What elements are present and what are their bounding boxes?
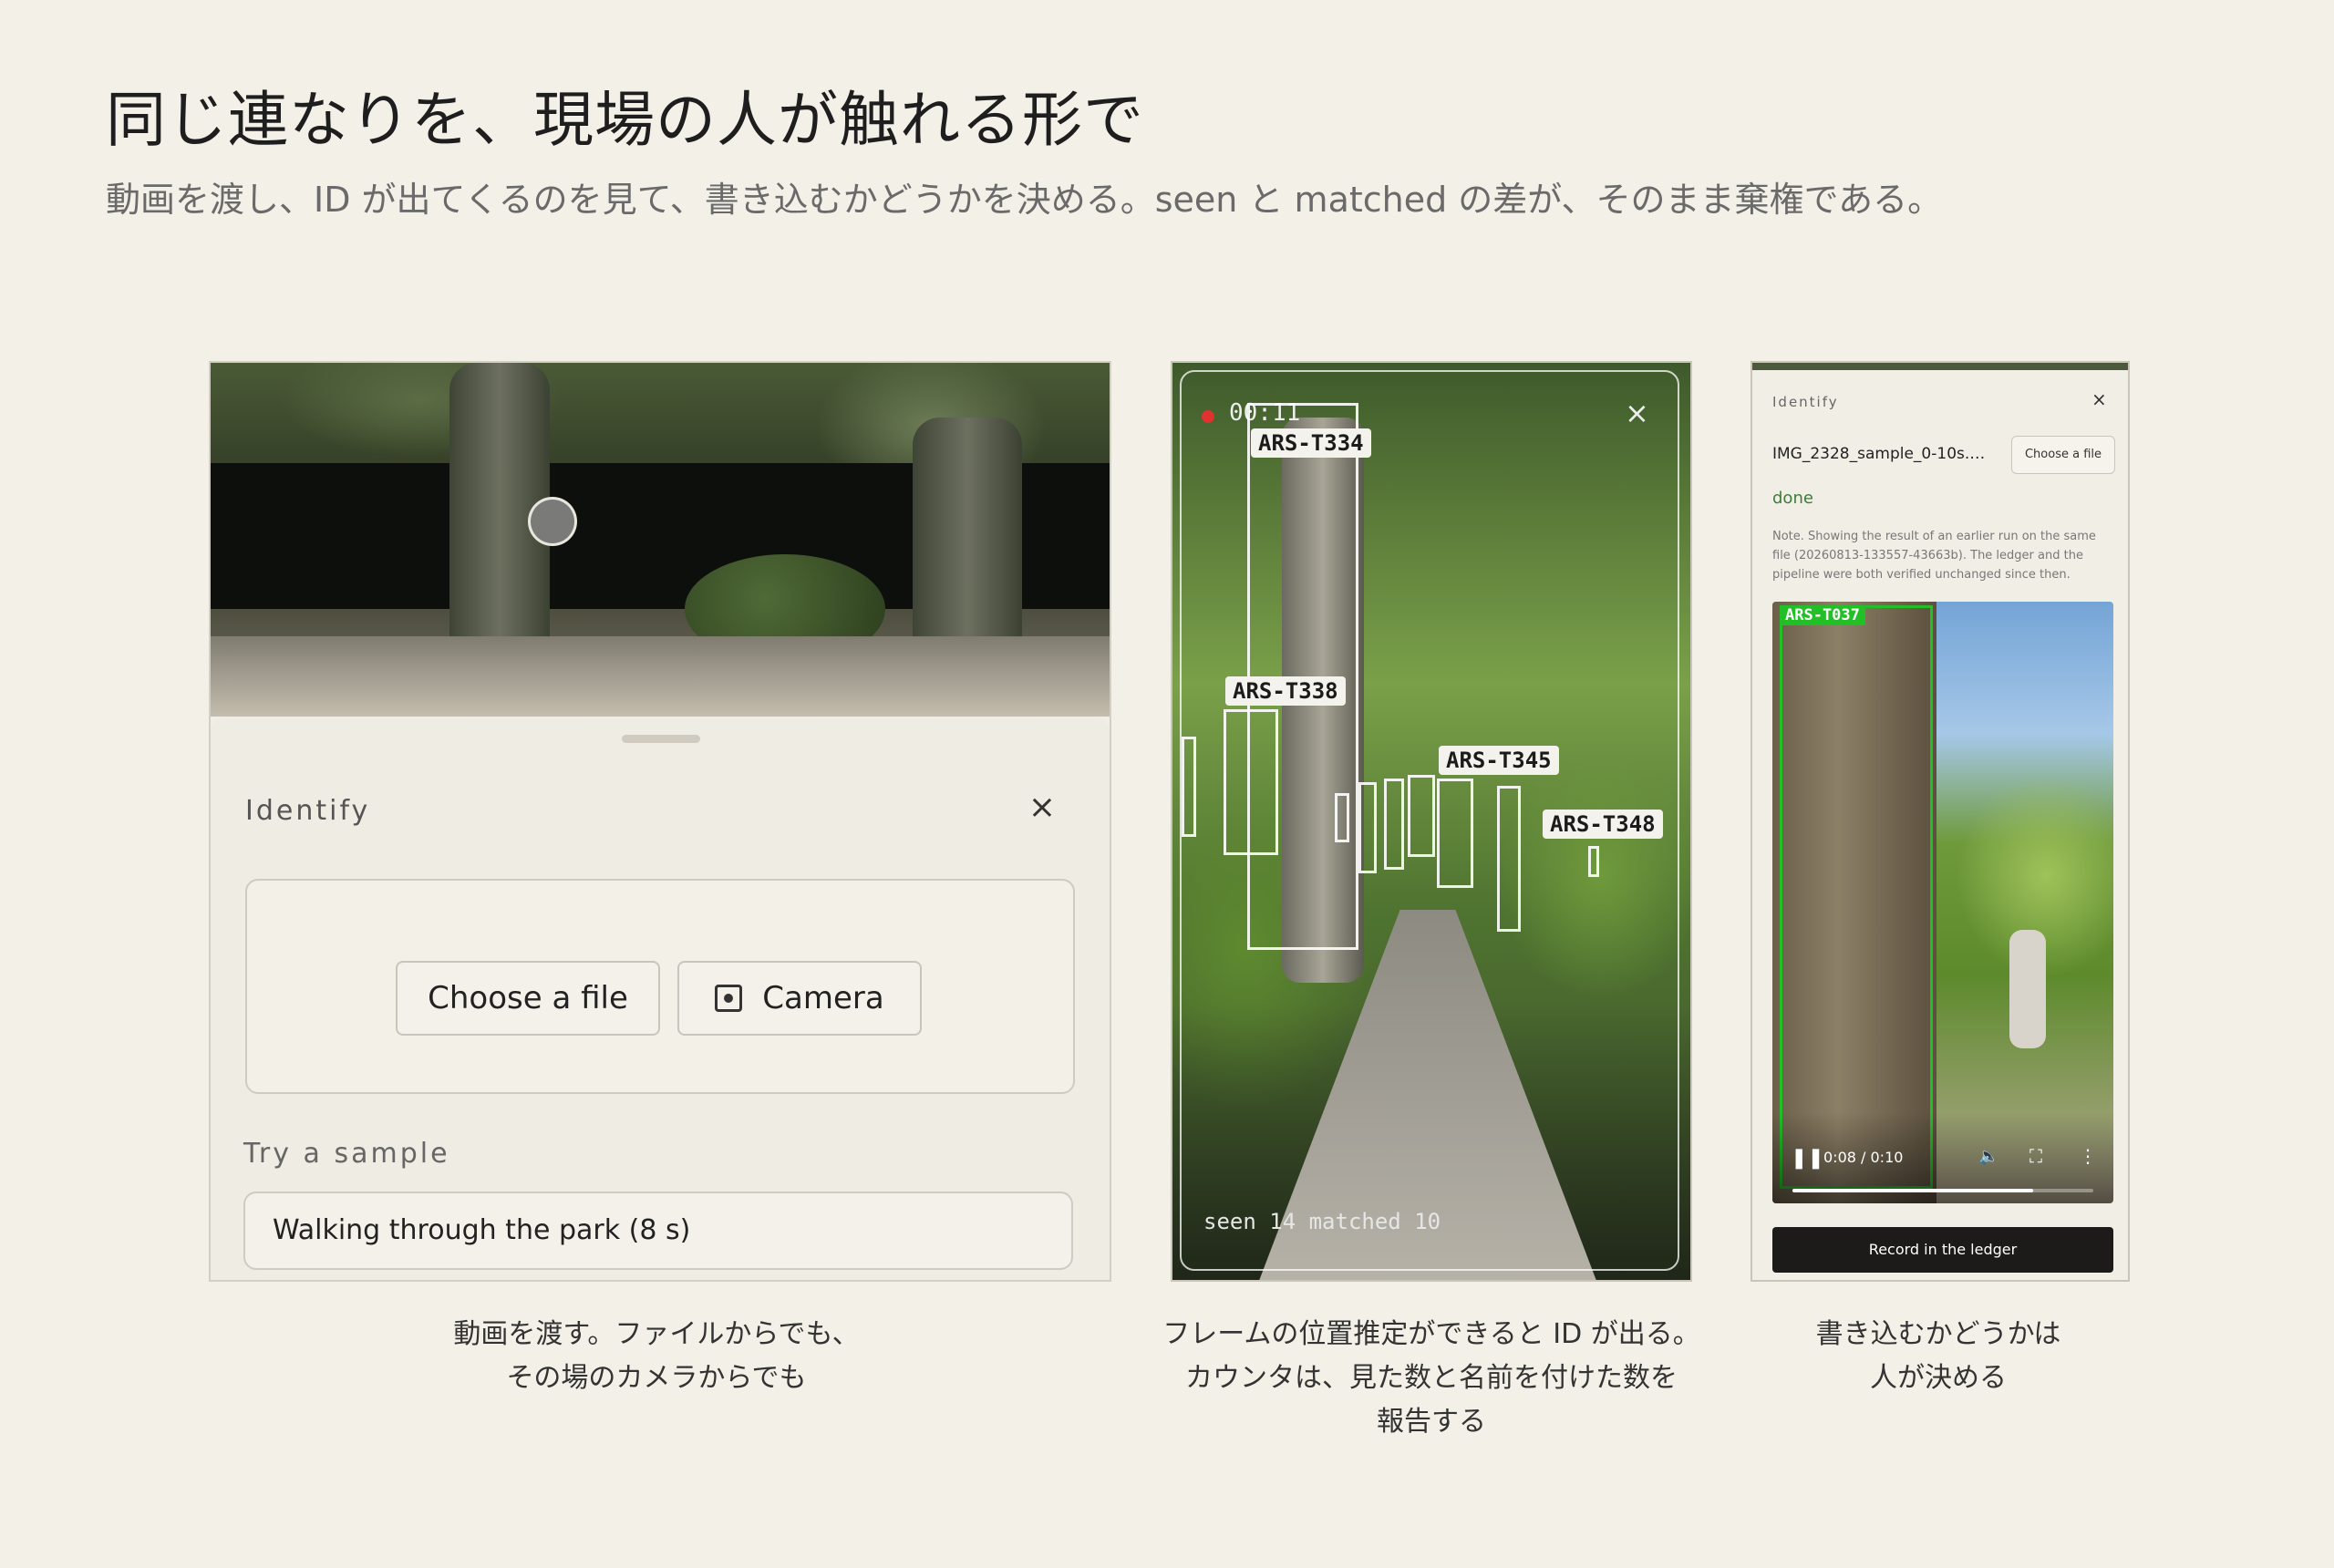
detection-id-tag: ARS-T338 xyxy=(1225,676,1346,706)
caption-panel-1: 動画を渡す。ファイルからでも、 その場のカメラからでも xyxy=(392,1313,921,1400)
caption-line: カウンタは、見た数と名前を付けた数を xyxy=(1185,1362,1678,1394)
page-title: 同じ連なりを、現場の人が触れる形で xyxy=(106,85,1144,155)
close-icon[interactable]: × xyxy=(2091,388,2107,410)
touch-indicator xyxy=(531,500,574,543)
sheet-drag-handle[interactable] xyxy=(622,735,700,743)
video-scrubber[interactable] xyxy=(1792,1189,2093,1192)
volume-icon[interactable]: 🔈 xyxy=(1978,1147,1998,1166)
record-in-ledger-button[interactable]: Record in the ledger xyxy=(1772,1227,2113,1273)
caption-panel-3: 書き込むかどうかは 人が決める xyxy=(1769,1313,2108,1400)
pause-icon[interactable]: ❚❚ xyxy=(1791,1147,1824,1170)
detection-box xyxy=(1437,779,1473,888)
close-icon[interactable]: × xyxy=(1022,788,1062,828)
caption-line: 報告する xyxy=(1377,1406,1486,1438)
sheet-title: Identify xyxy=(245,795,371,827)
camera-label: Camera xyxy=(762,980,884,1016)
record-dot-icon xyxy=(1202,410,1214,423)
choose-file-button[interactable]: Choose a file xyxy=(396,961,660,1036)
detection-box xyxy=(1182,737,1196,837)
video-time: 0:08 / 0:10 xyxy=(1823,1149,1904,1166)
choose-file-label: Choose a file xyxy=(428,980,628,1016)
caption-panel-2: フレームの位置推定ができると ID が出る。 カウンタは、見た数と名前を付けた数… xyxy=(1121,1313,1741,1444)
detection-box xyxy=(1358,782,1377,873)
detection-box xyxy=(1224,709,1278,855)
sample-select[interactable]: Walking through the park (8 s) xyxy=(243,1191,1073,1270)
result-note: Note. Showing the result of an earlier r… xyxy=(1772,530,2096,582)
detection-box xyxy=(1780,605,1933,1189)
status-text: done xyxy=(1772,489,1813,508)
detection-id-tag: ARS-T348 xyxy=(1543,810,1663,839)
fullscreen-icon[interactable]: ⛶ xyxy=(2029,1145,2042,1167)
camera-button[interactable]: Camera xyxy=(677,961,922,1036)
choose-file-button[interactable]: Choose a file xyxy=(2011,436,2115,474)
file-dropzone[interactable] xyxy=(245,879,1075,1094)
sample-label: Try a sample xyxy=(243,1138,450,1170)
blurred-person xyxy=(2009,930,2046,1048)
page-subtitle: 動画を渡し、ID が出てくるのを見て、書き込むかどうかを決める。seen と m… xyxy=(106,180,1943,220)
caption-line: 人が決める xyxy=(1870,1362,2007,1394)
caption-line: 書き込むかどうかは xyxy=(1815,1318,2061,1350)
detection-id-tag: ARS-T037 xyxy=(1780,605,1865,625)
more-options-icon[interactable]: ⋮ xyxy=(2079,1145,2097,1167)
detection-box xyxy=(1384,779,1404,870)
caption-line: 動画を渡す。ファイルからでも、 xyxy=(453,1318,860,1350)
close-icon[interactable]: × xyxy=(1625,396,1649,430)
result-video[interactable]: ARS-T037 ❚❚ 0:08 / 0:10 🔈 ⛶ ⋮ xyxy=(1772,602,2113,1203)
detection-id-tag: ARS-T345 xyxy=(1439,746,1559,775)
point-cloud-photo xyxy=(211,363,1110,717)
detection-id-tag: ARS-T334 xyxy=(1251,428,1371,458)
sheet-title: Identify xyxy=(1772,394,1839,410)
caption-line: フレームの位置推定ができると ID が出る。 xyxy=(1162,1318,1700,1350)
screenshot-camera-detection: 00:11 × ARS-T334 ARS-T338 ARS-T345 ARS-T… xyxy=(1171,361,1692,1282)
screenshot-identify-result: Identify × IMG_2328_sample_0-10s.… Choos… xyxy=(1750,361,2130,1282)
camera-icon xyxy=(715,985,743,1012)
detection-box xyxy=(1335,793,1349,842)
selected-file-name: IMG_2328_sample_0-10s.… xyxy=(1772,445,1986,463)
detection-box xyxy=(1497,786,1521,932)
detection-box xyxy=(1408,775,1435,857)
video-progress-fill xyxy=(1792,1189,2033,1192)
seen-matched-counter: seen 14 matched 10 xyxy=(1203,1209,1441,1234)
detection-box xyxy=(1588,846,1599,877)
caption-line: その場のカメラからでも xyxy=(506,1362,807,1394)
